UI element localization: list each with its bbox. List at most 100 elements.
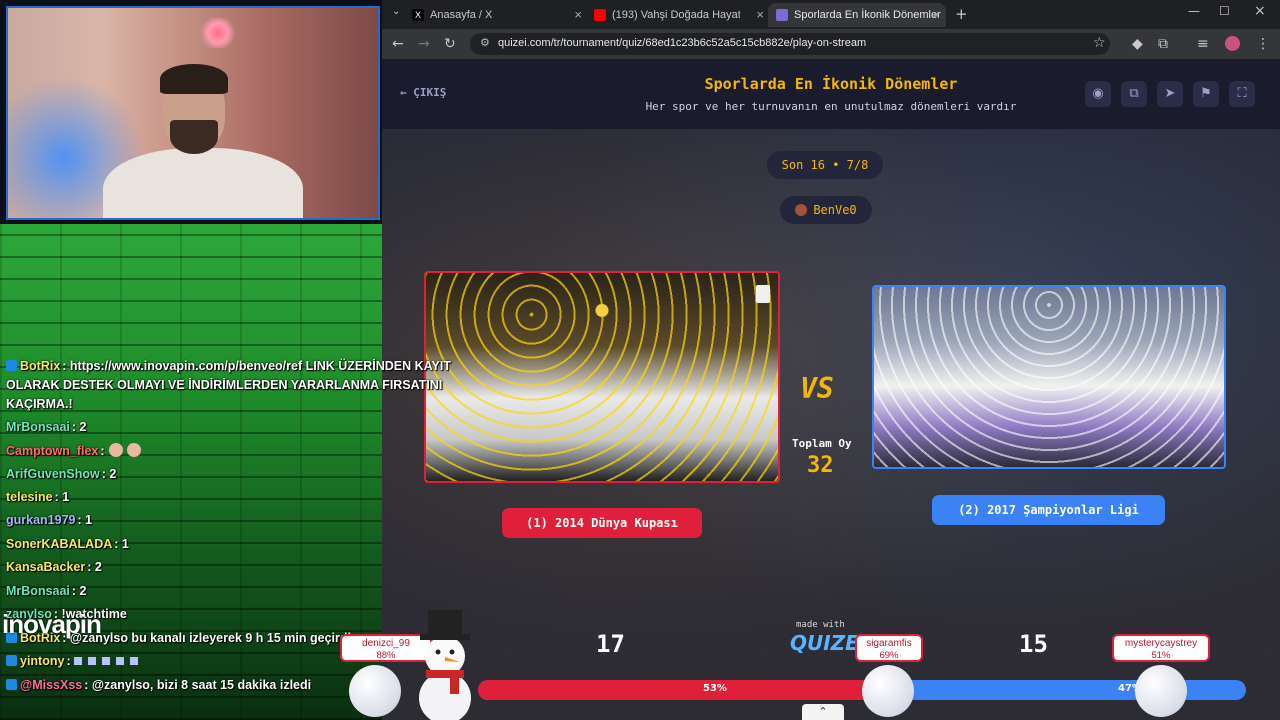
emote-icon — [126, 443, 141, 457]
media-controls-icon[interactable]: ≡ — [1197, 36, 1209, 52]
right-vote-count: 15 — [1019, 630, 1048, 658]
chat-message: ArifGuvenShow: 2 — [6, 467, 116, 481]
minimize-icon[interactable]: — — [1188, 4, 1200, 18]
chat-text: : — [66, 654, 71, 668]
chat-message: MrBonsaai: 2 — [6, 420, 87, 434]
left-percent: 53% — [703, 683, 727, 694]
snowball — [349, 665, 401, 717]
close-icon[interactable]: × — [756, 7, 764, 22]
chat-username: yintony — [20, 654, 65, 668]
chat-username: gurkan1979 — [6, 513, 76, 527]
choice-left-button[interactable]: (1) 2014 Dünya Kupası — [502, 508, 702, 538]
chat-message-botrix: BotRix: https://www.inovapin.com/p/benve… — [6, 357, 476, 414]
window-close-icon[interactable]: × — [1254, 3, 1266, 19]
chat-text: : https://www.inovapin.com/p/benveo/ref … — [6, 359, 451, 411]
new-tab-icon[interactable]: + — [955, 5, 968, 23]
chat-text: : 2 — [71, 584, 87, 598]
chat-username: Camptown_flex — [6, 444, 99, 458]
chat-message: gurkan1979: 1 — [6, 513, 92, 527]
external-link-icon[interactable]: ⧉ — [1121, 81, 1147, 107]
tab-youtube[interactable]: (193) Vahşi Doğada Hayatta Ka × — [594, 3, 764, 27]
snowman-icon — [419, 610, 471, 720]
emote-icon — [73, 657, 82, 665]
fifa-trophy-icon — [756, 285, 770, 303]
profile-avatar[interactable] — [1225, 36, 1240, 51]
streamer-beard — [170, 120, 218, 154]
voter-name: sigaramfis — [866, 638, 912, 649]
chevron-up-icon[interactable]: ⌃ — [802, 704, 844, 720]
chat-username: ArifGuvenShow — [6, 467, 100, 481]
chat-text: : 1 — [54, 490, 70, 504]
tab-label: Anasayfa / X — [430, 9, 493, 21]
chat-username: MrBonsaai — [6, 420, 70, 434]
chat-text: : — [100, 444, 105, 458]
voter-badge: sigaramfis 69% — [855, 634, 923, 662]
choice-right-image[interactable] — [872, 285, 1226, 469]
browser-menu-icon[interactable]: ⋮ — [1256, 36, 1270, 52]
quizei-icon — [776, 9, 788, 21]
emote-icon — [115, 657, 124, 665]
chat-message: Camptown_flex: — [6, 443, 141, 458]
chat-text: : 2 — [87, 560, 102, 574]
voter-name: mysterycaystrey — [1124, 638, 1198, 649]
chat-message: yintony: — [6, 654, 141, 668]
tab-label: (193) Vahşi Doğada Hayatta Ka — [612, 9, 740, 21]
close-icon[interactable]: × — [932, 7, 940, 22]
streamer-body — [103, 148, 303, 218]
extensions-puzzle-icon[interactable]: ⧉ — [1158, 36, 1168, 52]
chat-username: @MissXss — [20, 678, 83, 692]
chat-username: MrBonsaai — [6, 584, 70, 598]
tab-search-icon[interactable]: ⌄ — [392, 6, 400, 17]
chat-text: : @zanylso bu kanalı izleyerek 9 h 15 mi… — [62, 631, 351, 645]
browser-toolbar: ← → ↻ ⚙ quizei.com/tr/tournament/quiz/68… — [382, 29, 1280, 59]
quiz-page: ← ÇIKIŞ Sporlarda En İkonik Dönemler Her… — [382, 59, 1280, 720]
maximize-icon[interactable]: ☐ — [1219, 4, 1230, 18]
youtube-icon — [594, 9, 606, 21]
chat-text: : 1 — [77, 513, 93, 527]
eye-icon[interactable]: ◉ — [1085, 81, 1111, 107]
site-info-icon[interactable]: ⚙ — [480, 36, 490, 49]
tab-x[interactable]: X Anasayfa / X × — [412, 3, 582, 27]
tab-bar: ⌄ X Anasayfa / X × (193) Vahşi Doğada Ha… — [382, 0, 1280, 29]
extension-diamond-icon[interactable]: ◆ — [1132, 36, 1143, 52]
reload-icon[interactable]: ↻ — [444, 36, 456, 52]
avatar — [795, 204, 808, 216]
flag-icon[interactable]: ⚑ — [1193, 81, 1219, 107]
streamer-name: BenVe0 — [813, 203, 857, 217]
choice-right-button[interactable]: (2) 2017 Şampiyonlar Ligi — [932, 495, 1165, 525]
forward-icon[interactable]: → — [418, 36, 430, 52]
chat-badge-icon — [6, 679, 17, 690]
chat-message: SonerKABALADA: 1 — [6, 537, 129, 551]
left-vote-fill — [478, 680, 886, 700]
total-votes-label: Toplam Oy — [792, 437, 852, 450]
send-icon[interactable]: ➤ — [1157, 81, 1183, 107]
left-vote-count: 17 — [596, 630, 625, 658]
chat-message: telesine: 1 — [6, 490, 69, 504]
voter-badge: mysterycaystrey 51% — [1112, 634, 1210, 662]
emote-icon — [129, 657, 138, 665]
chat-badge-icon — [6, 655, 17, 666]
chat-username: SonerKABALADA — [6, 537, 113, 551]
chat-username: KansaBacker — [6, 560, 86, 574]
chat-text: : @zanylso, bizi 8 saat 15 dakika izledi — [84, 678, 312, 692]
tab-quizei[interactable]: Sporlarda En İkonik Dönemler × — [768, 3, 946, 27]
webcam-overlay — [0, 0, 382, 224]
fullscreen-icon[interactable]: ⛶ — [1229, 81, 1255, 107]
close-icon[interactable]: × — [574, 7, 582, 22]
chat-text: : 2 — [71, 420, 87, 434]
inovapin-logo: inovapin — [2, 609, 102, 639]
chat-username: telesine — [6, 490, 53, 504]
back-icon[interactable]: ← — [392, 36, 404, 52]
chat-message: @MissXss: @zanylso, bizi 8 saat 15 dakik… — [6, 678, 311, 692]
address-bar[interactable]: ⚙ quizei.com/tr/tournament/quiz/68ed1c23… — [470, 33, 1110, 55]
choice-left-image[interactable] — [424, 271, 780, 483]
snowball — [1135, 665, 1187, 717]
bot-badge-icon — [6, 360, 17, 371]
chat-username: BotRix — [20, 359, 61, 373]
made-with-label: made with — [796, 620, 845, 630]
webcam-frame — [6, 6, 380, 220]
chat-text: : 1 — [114, 537, 129, 551]
vs-icon: VS — [800, 372, 834, 405]
bookmark-star-icon[interactable]: ☆ — [1093, 35, 1106, 51]
pink-lamp — [198, 18, 238, 48]
